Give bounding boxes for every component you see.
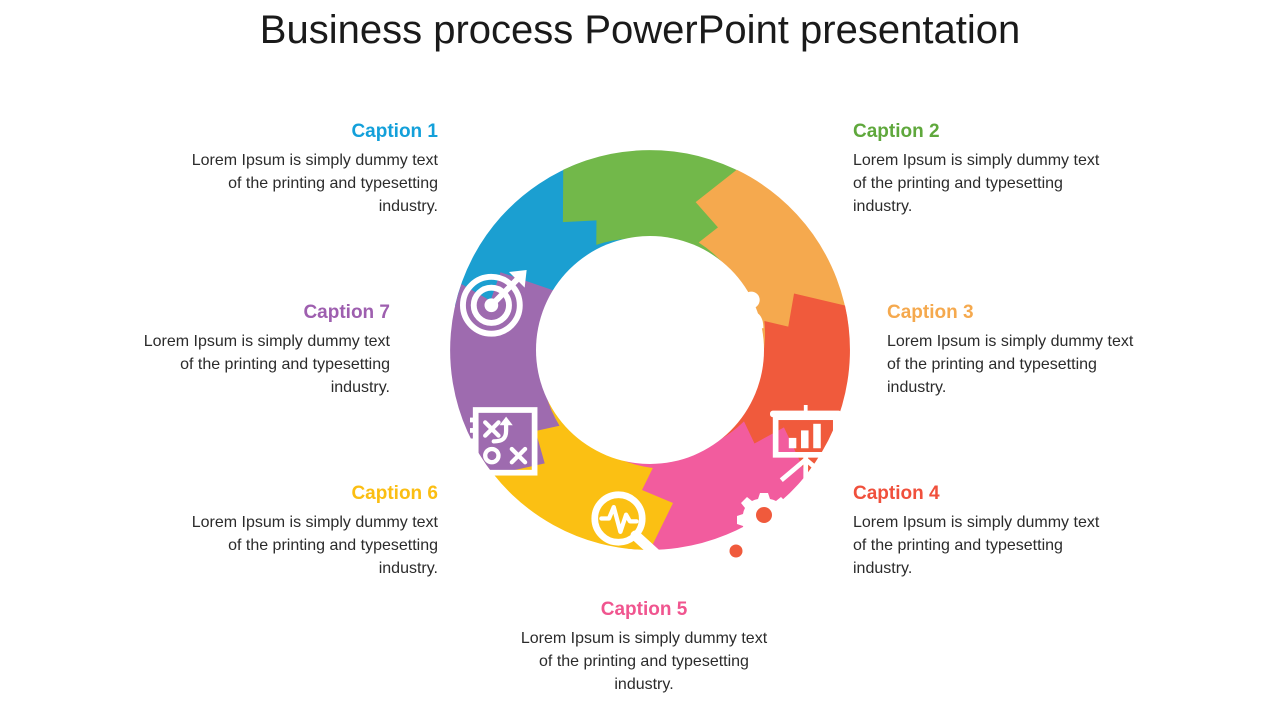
page-title: Business process PowerPoint presentation [259,8,1021,52]
caption-title-3: Caption 3 [887,302,974,323]
caption-title-5: Caption 5 [600,599,688,620]
caption-block-3[interactable]: Caption 3 Lorem Ipsum is simply dummy te… [887,302,1147,399]
caption-body-6: Lorem Ipsum is simply dummy text of the … [191,513,438,578]
wheel-segments-clean [415,105,885,595]
caption-block-6[interactable]: Caption 6 Lorem Ipsum is simply dummy te… [186,483,438,580]
process-wheel-diagram [415,105,885,595]
caption-title-4: Caption 4 [853,483,940,504]
caption-body-1: Lorem Ipsum is simply dummy text of the … [191,151,438,216]
wheel-center-hole [536,236,764,464]
caption-body-2: Lorem Ipsum is simply dummy text of the … [853,151,1100,216]
caption-title-7: Caption 7 [303,302,390,323]
caption-block-4[interactable]: Caption 4 Lorem Ipsum is simply dummy te… [853,483,1113,580]
caption-title-2: Caption 2 [853,121,940,142]
caption-block-7[interactable]: Caption 7 Lorem Ipsum is simply dummy te… [138,302,390,399]
caption-body-4: Lorem Ipsum is simply dummy text of the … [853,513,1100,578]
caption-body-7: Lorem Ipsum is simply dummy text of the … [143,332,390,397]
caption-body-5: Lorem Ipsum is simply dummy text of the … [520,629,768,694]
caption-block-2[interactable]: Caption 2 Lorem Ipsum is simply dummy te… [853,121,1113,218]
caption-block-5[interactable]: Caption 5 Lorem Ipsum is simply dummy te… [520,599,768,696]
caption-block-1[interactable]: Caption 1 Lorem Ipsum is simply dummy te… [186,121,438,218]
caption-title-6: Caption 6 [351,483,438,504]
caption-title-1: Caption 1 [351,121,438,142]
caption-body-3: Lorem Ipsum is simply dummy text of the … [887,332,1134,397]
